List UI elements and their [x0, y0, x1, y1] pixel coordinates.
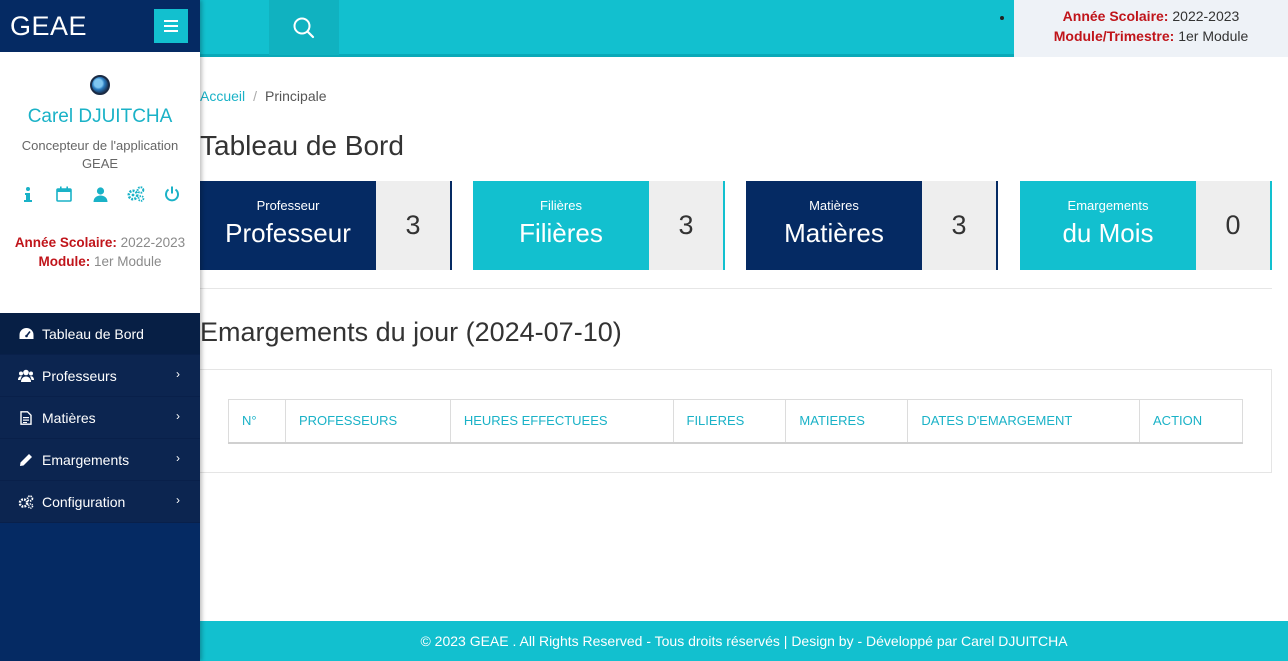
stat-card-edge	[723, 181, 725, 270]
breadcrumb-separator: /	[253, 88, 258, 104]
chevron-right-icon: ›	[176, 367, 180, 381]
page-title: Tableau de Bord	[200, 130, 404, 161]
search-icon	[293, 17, 315, 38]
emargements-table: N° PROFESSEURS HEURES EFFECTUEES FILIERE…	[228, 399, 1243, 444]
top-module-label: Module/Trimestre:	[1053, 28, 1175, 44]
cogs-icon[interactable]	[127, 185, 145, 203]
section-divider	[200, 288, 1272, 289]
profile-role: Concepteur de l'application GEAE	[21, 138, 179, 171]
avatar	[90, 75, 110, 95]
pencil-icon	[18, 452, 34, 468]
calendar-icon[interactable]	[55, 185, 73, 203]
info-icon[interactable]	[19, 185, 37, 203]
search-button[interactable]	[269, 0, 339, 55]
stat-card-label-panel: Emargements du Mois	[1020, 181, 1196, 270]
brand-bar: GEAE	[0, 0, 200, 52]
profile-session-info: Année Scolaire: 2022-2023 Module: 1er Mo…	[0, 233, 200, 271]
hamburger-icon	[164, 20, 178, 32]
user-icon[interactable]	[91, 185, 109, 203]
stat-card-edge	[450, 181, 452, 270]
users-icon	[18, 368, 34, 384]
stat-card-title: Filières	[519, 218, 603, 248]
top-year-label: Année Scolaire:	[1062, 8, 1169, 24]
sidebar: GEAE Carel DJUITCHA Concepteur de l'appl…	[0, 0, 200, 661]
stat-card-label-panel: Professeur Professeur	[200, 181, 376, 270]
emargements-table-panel: N° PROFESSEURS HEURES EFFECTUEES FILIERE…	[200, 369, 1272, 473]
year-label: Année Scolaire:	[14, 235, 117, 250]
sidebar-item-professeurs[interactable]: Professeurs ›	[0, 355, 200, 397]
top-module-value: 1er Module	[1178, 28, 1249, 44]
column-header-action[interactable]: ACTION	[1140, 400, 1243, 443]
module-label: Module:	[38, 254, 91, 269]
column-header-professeurs[interactable]: PROFESSEURS	[285, 399, 451, 443]
column-header-heures[interactable]: HEURES EFFECTUEES	[450, 399, 674, 443]
breadcrumb-home-link[interactable]: Accueil	[200, 88, 245, 104]
year-value: 2022-2023	[120, 235, 186, 250]
menu-toggle-button[interactable]	[154, 9, 188, 43]
sidebar-item-label: Emargements	[42, 451, 130, 468]
stat-card-edge	[996, 181, 998, 270]
module-value: 1er Module	[93, 254, 162, 269]
stat-card-caption: Emargements	[1067, 198, 1149, 213]
stat-card-count: 3	[922, 181, 996, 270]
stat-card-emargements[interactable]: Emargements du Mois 0	[1020, 181, 1272, 270]
stat-card-filieres[interactable]: Filières Filières 3	[473, 181, 725, 270]
stat-card-caption: Matières	[809, 198, 859, 213]
sidebar-item-configuration[interactable]: Configuration ›	[0, 481, 200, 523]
stat-card-matieres[interactable]: Matières Matières 3	[746, 181, 998, 270]
footer-text: © 2023 GEAE . All Rights Reserved - Tous…	[420, 633, 1068, 649]
notification-dot	[1000, 16, 1004, 20]
footer: © 2023 GEAE . All Rights Reserved - Tous…	[200, 621, 1288, 661]
stat-card-title: Matières	[784, 218, 884, 248]
column-header-dates[interactable]: DATES D'EMARGEMENT	[907, 399, 1141, 443]
sidebar-item-tableau-de-bord[interactable]: Tableau de Bord	[0, 313, 200, 355]
stat-card-title: du Mois	[1062, 218, 1154, 248]
chevron-right-icon: ›	[176, 493, 180, 507]
sidebar-item-matieres[interactable]: Matières ›	[0, 397, 200, 439]
file-icon	[18, 410, 34, 426]
stat-card-count: 3	[376, 181, 450, 270]
stat-card-caption: Filières	[540, 198, 582, 213]
sidebar-item-emargements[interactable]: Emargements ›	[0, 439, 200, 481]
power-icon[interactable]	[163, 185, 181, 203]
cogs-icon	[18, 494, 34, 510]
column-header-filieres[interactable]: FILIERES	[673, 399, 787, 443]
chevron-right-icon: ›	[176, 451, 180, 465]
breadcrumb-current: Principale	[265, 88, 327, 104]
sidebar-item-label: Professeurs	[42, 367, 117, 384]
top-bar: Année Scolaire: 2022-2023 Module/Trimest…	[200, 0, 1288, 57]
sidebar-nav: Tableau de Bord Professeurs › Matières ›…	[0, 313, 200, 523]
brand-name[interactable]: GEAE	[10, 11, 87, 42]
profile-name: Carel DJUITCHA	[27, 106, 173, 127]
stat-card-label-panel: Filières Filières	[473, 181, 649, 270]
session-info-panel: Année Scolaire: 2022-2023 Module/Trimest…	[1014, 0, 1288, 57]
stat-card-edge	[1270, 181, 1272, 270]
stat-card-title: Professeur	[225, 218, 351, 248]
breadcrumb: Accueil / Principale	[200, 88, 327, 104]
stat-card-label-panel: Matières Matières	[746, 181, 922, 270]
table-header-row: N° PROFESSEURS HEURES EFFECTUEES FILIERE…	[228, 399, 1243, 443]
stat-card-count: 0	[1196, 181, 1270, 270]
section-title: Emargements du jour (2024-07-10)	[200, 317, 622, 347]
user-profile: Carel DJUITCHA Concepteur de l'applicati…	[0, 52, 200, 313]
sidebar-item-label: Tableau de Bord	[42, 325, 144, 342]
column-header-matieres[interactable]: MATIERES	[785, 399, 909, 443]
chevron-right-icon: ›	[176, 409, 180, 423]
sidebar-item-label: Matières	[42, 409, 96, 426]
dashboard-icon	[18, 326, 34, 342]
profile-actions	[0, 185, 200, 203]
stat-card-professeur[interactable]: Professeur Professeur 3	[200, 181, 452, 270]
stat-card-caption: Professeur	[256, 198, 320, 213]
column-header-num[interactable]: N°	[228, 399, 286, 443]
sidebar-item-label: Configuration	[42, 493, 126, 510]
stat-card-count: 3	[649, 181, 723, 270]
top-year-value: 2022-2023	[1172, 8, 1240, 24]
